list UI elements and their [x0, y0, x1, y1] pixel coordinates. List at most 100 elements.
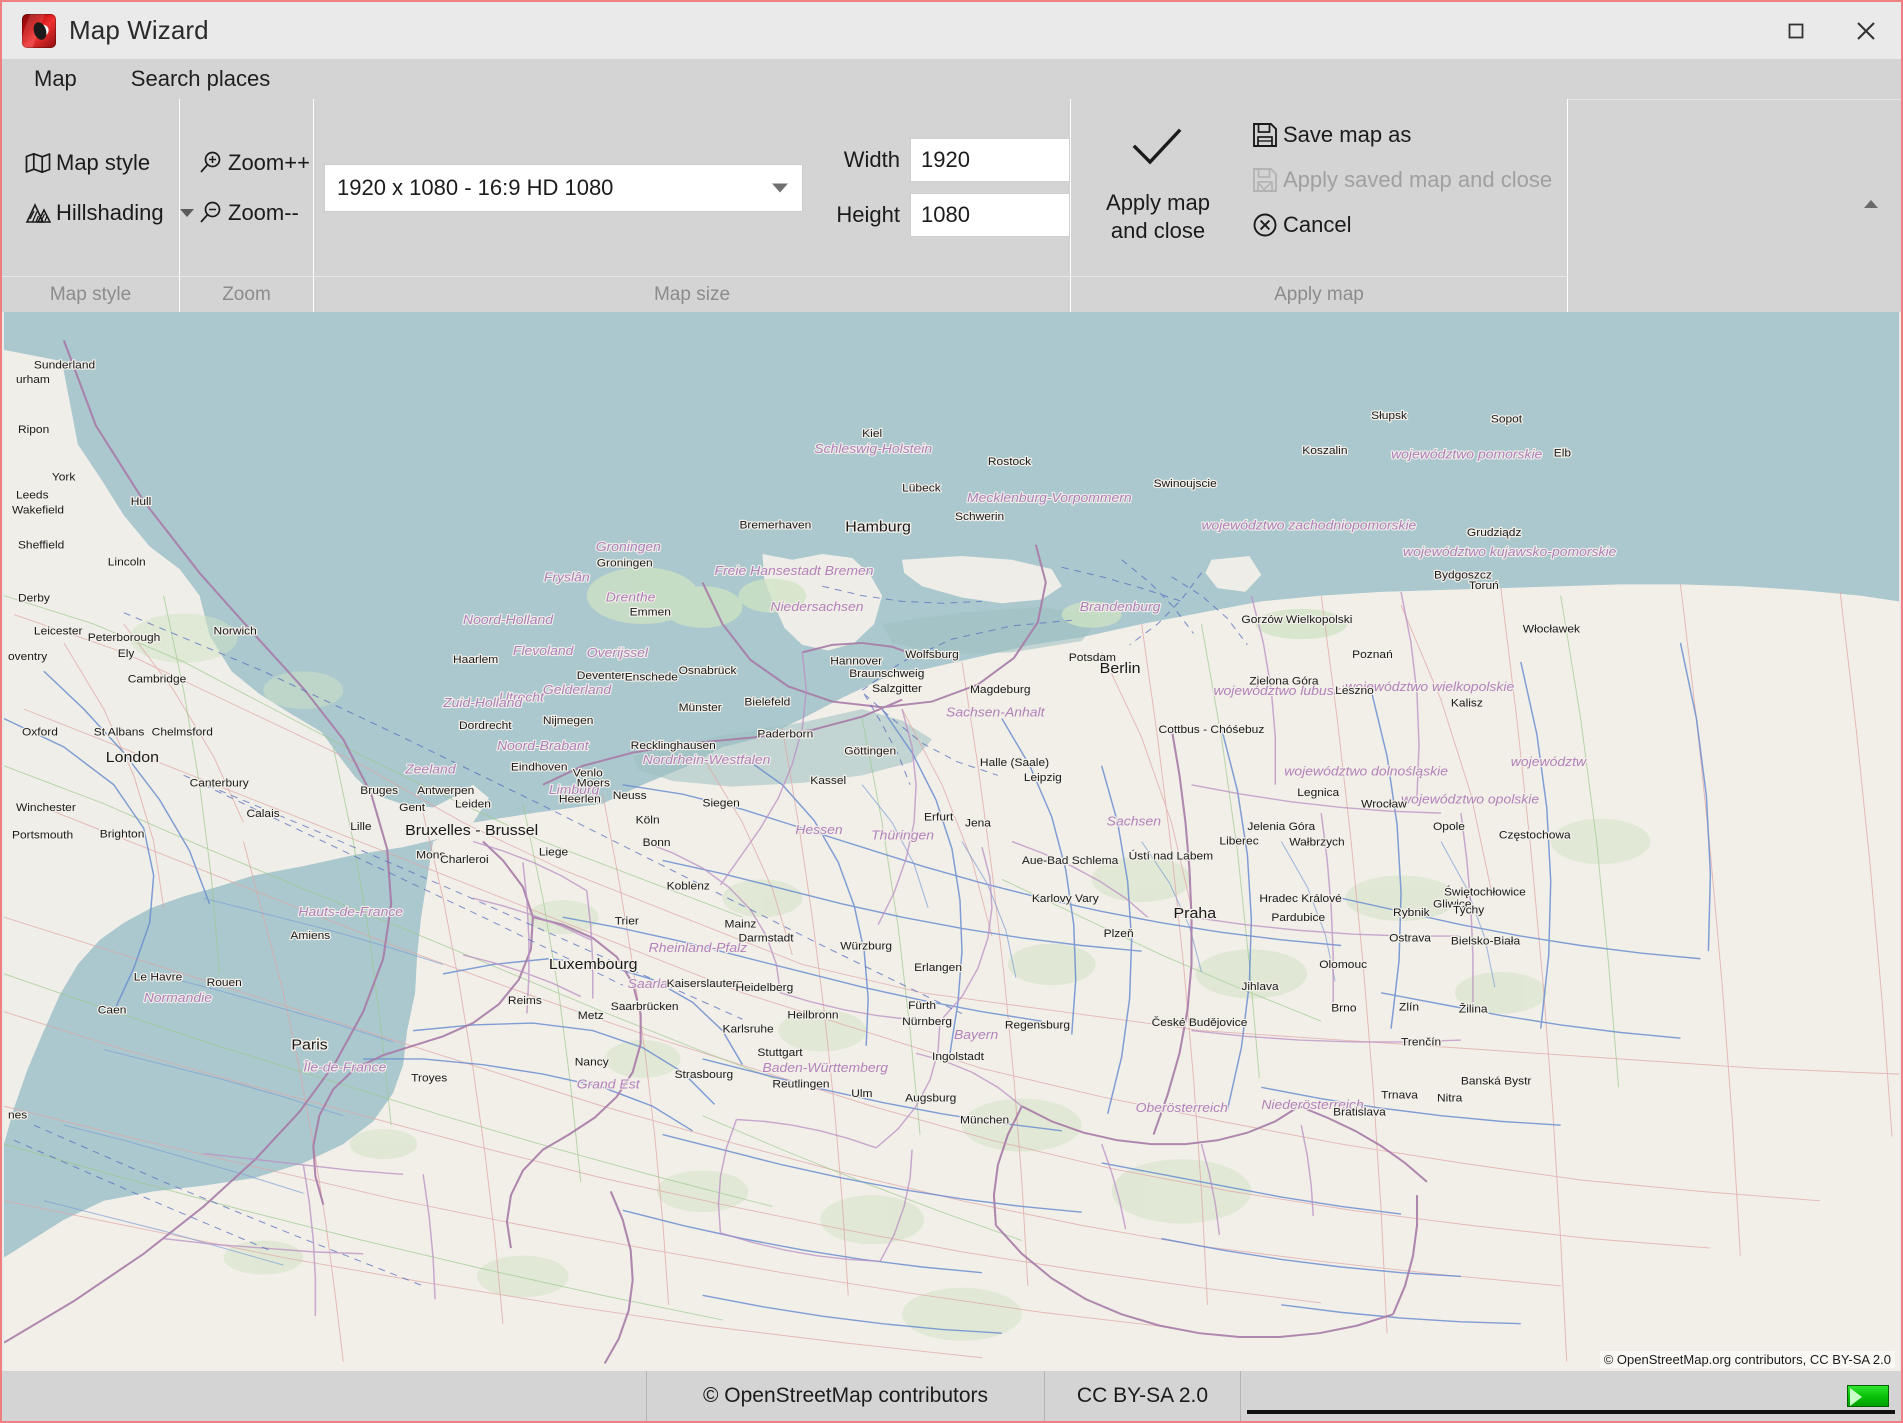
cancel-button[interactable]: Cancel — [1247, 209, 1556, 241]
map-city-label: Ingolstadt — [932, 1050, 985, 1063]
map-region-label: Bayern — [954, 1027, 998, 1042]
map-attribution: © OpenStreetMap.org contributors, CC BY-… — [1600, 1351, 1895, 1368]
map-city-label: Münster — [679, 701, 722, 714]
hillshading-button[interactable]: Hillshading — [20, 197, 179, 229]
map-city-label: Potsdam — [1069, 651, 1116, 664]
status-osm-attribution: © OpenStreetMap contributors — [646, 1371, 1044, 1421]
ribbon-collapse-group — [1568, 99, 1901, 312]
close-button[interactable] — [1831, 2, 1901, 59]
map-style-button[interactable]: Map style — [20, 147, 179, 179]
map-city-label: Enschede — [625, 671, 678, 684]
ribbon-group-label-zoom: Zoom — [180, 276, 313, 312]
map-region-label: Zuid-Holland — [442, 696, 523, 711]
map-city-label: Leipzig — [1024, 771, 1062, 784]
map-style-label: Map style — [56, 150, 150, 176]
map-city-label: Bielefeld — [744, 696, 790, 709]
map-city-label: Koblenz — [667, 880, 710, 893]
map-city-label: Trenčín — [1401, 1036, 1441, 1049]
zoom-in-button[interactable]: Zoom++ — [192, 147, 313, 179]
map-city-label: Lübeck — [902, 482, 941, 495]
map-city-label: Portsmouth — [12, 829, 73, 842]
map-city-label: Liege — [539, 846, 568, 859]
map-city-label: Koszalin — [1302, 444, 1347, 457]
map-city-label: Cottbus - Chóśebuz — [1159, 723, 1265, 736]
map-city-label: Kalisz — [1451, 697, 1483, 710]
map-city-label: Hull — [131, 495, 152, 508]
zoom-out-button[interactable]: Zoom-- — [192, 197, 313, 229]
map-city-label: Bonn — [643, 837, 671, 850]
hillshading-label: Hillshading — [56, 200, 164, 226]
map-city-label: Tychy — [1453, 904, 1484, 917]
map-city-label: Groningen — [597, 557, 653, 570]
map-city-label: Swinoujscie — [1154, 477, 1217, 490]
cancel-icon — [1251, 211, 1279, 239]
map-city-label: Banská Bystr — [1461, 1075, 1532, 1088]
height-input[interactable] — [910, 193, 1070, 237]
map-region-label: Sachsen-Anhalt — [946, 705, 1046, 720]
map-city-label: London — [106, 749, 159, 766]
map-city-label: Sunderland — [34, 359, 95, 372]
map-city-label: Darmstadt — [738, 932, 794, 945]
map-city-label: Rostock — [988, 455, 1031, 468]
ribbon-collapse-area — [1568, 99, 1901, 312]
collapse-ribbon-button[interactable] — [1841, 100, 1901, 308]
apply-saved-map-and-close-button[interactable]: Apply saved map and close — [1247, 164, 1556, 196]
map-city-label: Plzeň — [1104, 927, 1134, 940]
width-label: Width — [826, 147, 900, 173]
map-city-label: Köln — [636, 814, 660, 827]
apply-map-and-close-label: Apply mapand close — [1106, 189, 1210, 245]
map-city-label: Bruxelles - Brussel — [405, 822, 538, 839]
map-city-label: Zielona Góra — [1249, 675, 1319, 688]
map-city-label: Charleroi — [440, 854, 489, 867]
map-size-preset-select[interactable]: 1920 x 1080 - 16:9 HD 1080 — [324, 164, 803, 212]
window-title: Map Wizard — [69, 15, 209, 46]
zoom-in-label: Zoom++ — [228, 150, 310, 176]
zoom-in-icon — [196, 149, 224, 177]
map-region-label: Overijssel — [587, 645, 649, 660]
map-city-label: Praha — [1174, 905, 1217, 922]
width-input[interactable] — [910, 138, 1070, 182]
map-city-label: Ulm — [851, 1087, 872, 1100]
map-city-label: Włocławek — [1523, 623, 1580, 636]
map-city-label: Bratislava — [1333, 1106, 1386, 1119]
map-region-label: Sachsen — [1107, 814, 1161, 829]
map-canvas[interactable]: .sea{fill:#aac8ce} .land{fill:#f2efe9} .… — [4, 312, 1899, 1371]
map-city-label: Kaiserslautern — [667, 977, 743, 990]
save-icon — [1251, 121, 1279, 149]
map-city-label: Poznań — [1352, 648, 1393, 661]
maximize-button[interactable] — [1761, 2, 1831, 59]
map-city-label: Mainz — [724, 918, 756, 931]
map-city-label: Neuss — [613, 789, 647, 802]
map-city-label: Jihlava — [1241, 980, 1279, 993]
map-city-label: Žilina — [1459, 1003, 1488, 1016]
map-dimensions: Width Height — [826, 138, 1070, 237]
map-city-label: Słupsk — [1371, 409, 1407, 422]
map-city-label: Brno — [1331, 1002, 1356, 1015]
map-city-label: Heerlen — [559, 793, 601, 806]
menu-search-places[interactable]: Search places — [125, 63, 276, 95]
ribbon-toolbar: Map style Hillshading — [2, 99, 1901, 312]
chevron-down-icon[interactable] — [772, 183, 788, 192]
apply-map-and-close-button[interactable]: Apply mapand close — [1083, 115, 1233, 253]
map-city-label: Strasbourg — [675, 1068, 734, 1081]
map-city-label: München — [960, 1114, 1009, 1127]
ribbon-group-label-apply-map: Apply map — [1071, 276, 1567, 312]
map-city-label: nes — [8, 1109, 27, 1122]
status-progress-area — [1240, 1371, 1901, 1421]
save-map-as-button[interactable]: Save map as — [1247, 119, 1556, 151]
map-city-label: Chelmsford — [152, 726, 213, 739]
map-city-label: Wałbrzych — [1289, 836, 1344, 849]
map-region-label: Brandenburg — [1080, 599, 1161, 614]
map-city-label: Siegen — [703, 797, 740, 810]
map-city-label: Zlín — [1399, 1001, 1419, 1014]
map-city-label: Aue-Bad Schlema — [1022, 854, 1119, 867]
menu-map[interactable]: Map — [28, 63, 83, 95]
window-controls — [1761, 2, 1901, 59]
map-city-label: Nitra — [1437, 1092, 1463, 1105]
map-city-label: Luxembourg — [549, 957, 638, 974]
map-city-label: Magdeburg — [970, 683, 1031, 696]
map-region-label: Thüringen — [871, 828, 934, 843]
map-city-label: Częstochowa — [1499, 829, 1571, 842]
apply-saved-map-and-close-label: Apply saved map and close — [1283, 167, 1552, 193]
map-city-label: Oxford — [22, 726, 58, 739]
